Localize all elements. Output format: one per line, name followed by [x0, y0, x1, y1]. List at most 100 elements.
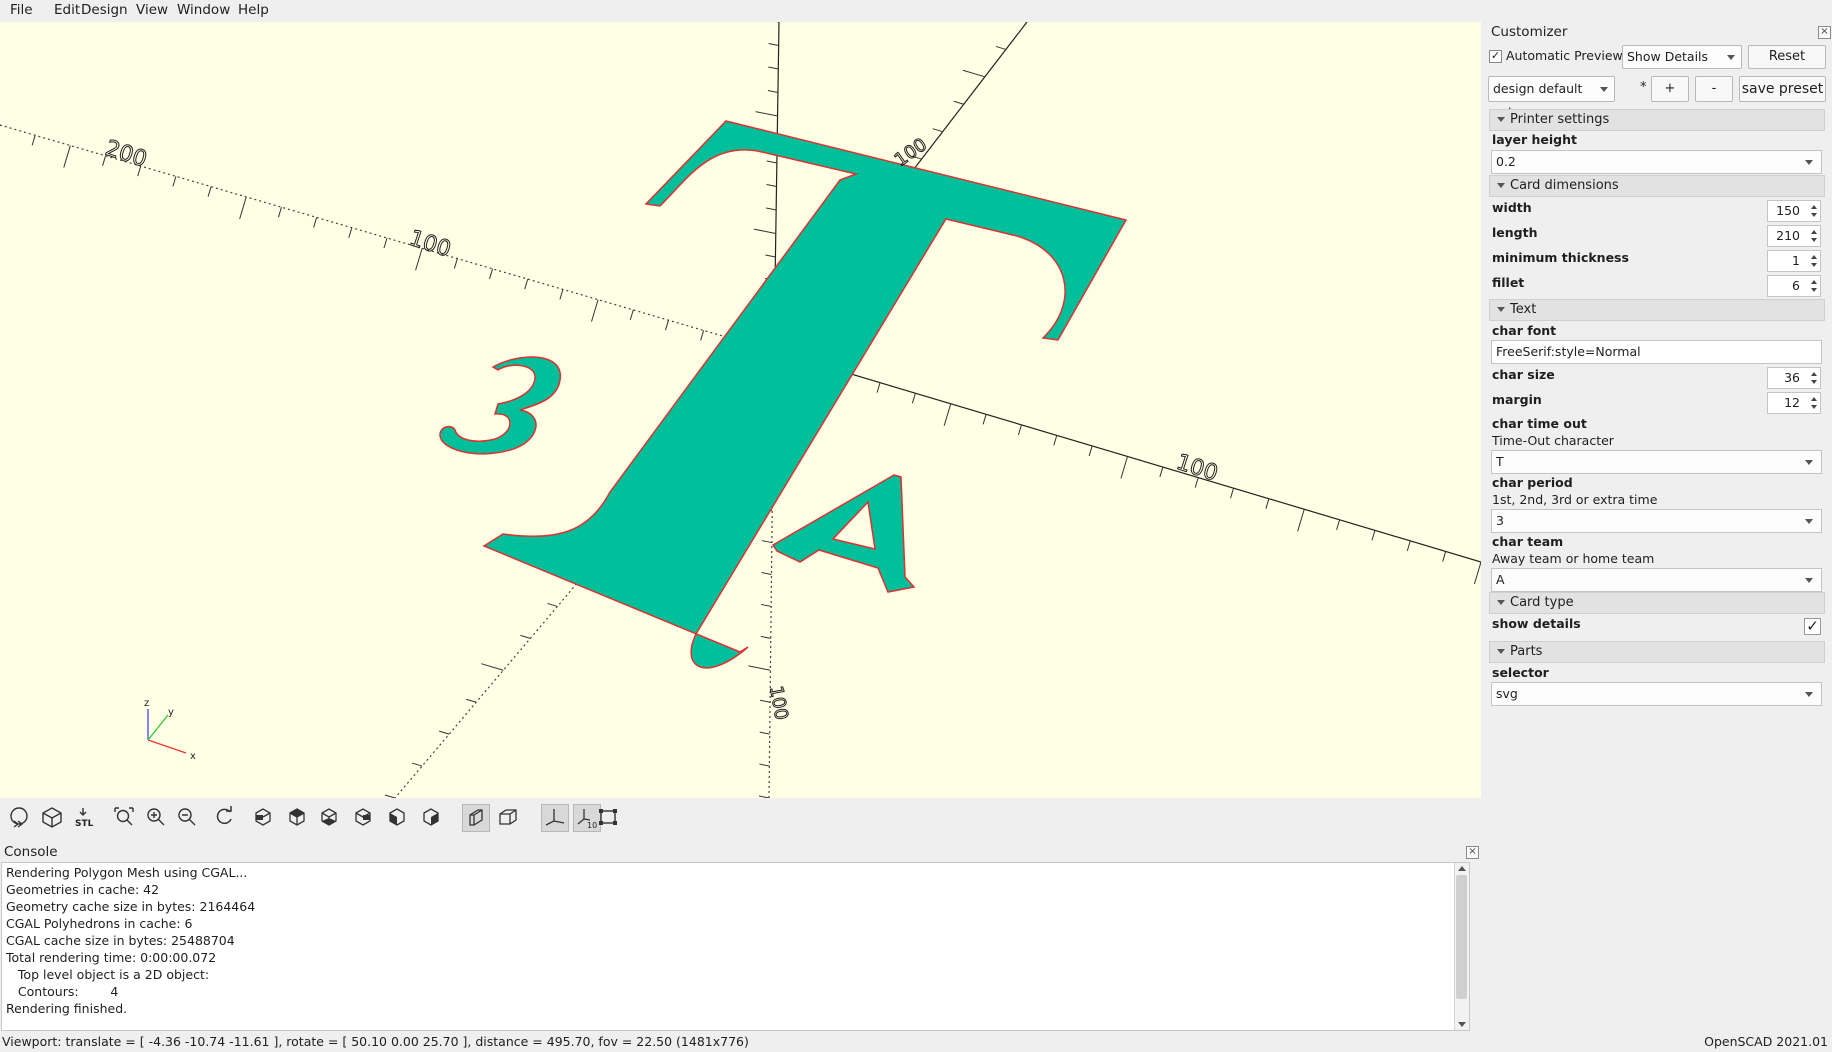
- 3d-viewport[interactable]: 200 100 100 100 100 z y x: [0, 22, 1481, 798]
- param-label: fillet: [1492, 275, 1525, 290]
- model-numeral-3[interactable]: [439, 356, 561, 455]
- scale-tick: [1336, 519, 1341, 530]
- decrement-icon[interactable]: [1811, 380, 1817, 384]
- scale-tick: [943, 403, 952, 426]
- scale-tick: [481, 663, 504, 671]
- viewport-canvas[interactable]: 200 100 100 100 100 z y x: [0, 22, 1481, 798]
- param-label: margin: [1492, 392, 1542, 407]
- remove-preset-button[interactable]: -: [1695, 76, 1733, 102]
- char-team-select[interactable]: A: [1491, 568, 1822, 592]
- param-label: show details: [1492, 616, 1581, 631]
- chevron-down-icon: [1805, 519, 1813, 524]
- fillet-spinbox[interactable]: 6: [1767, 275, 1821, 297]
- increment-icon[interactable]: [1811, 397, 1817, 401]
- automatic-preview-label: Automatic Preview: [1506, 48, 1623, 63]
- model-letter-a[interactable]: [771, 474, 916, 593]
- show-axes-icon[interactable]: [541, 804, 569, 832]
- view-right-icon[interactable]: [252, 806, 274, 828]
- console-scrollbar[interactable]: [1454, 863, 1469, 1030]
- perspective-icon[interactable]: [462, 804, 490, 832]
- reset-button[interactable]: Reset: [1748, 45, 1826, 69]
- show-details-combo[interactable]: Show Details: [1622, 45, 1742, 69]
- zoom-in-icon[interactable]: [145, 806, 167, 828]
- char-time-out-select[interactable]: T: [1491, 450, 1822, 474]
- preset-combo[interactable]: design default values: [1488, 76, 1615, 120]
- scale-tick: [489, 268, 494, 279]
- section-card-dimensions[interactable]: Card dimensions: [1489, 175, 1825, 197]
- render-icon[interactable]: [41, 806, 63, 828]
- scale-tick: [911, 393, 916, 404]
- version-label: OpenSCAD 2021.01: [1704, 1034, 1828, 1049]
- increment-icon[interactable]: [1811, 255, 1817, 259]
- console-close-icon[interactable]: ×: [1466, 846, 1479, 859]
- char-size-spinbox[interactable]: 36: [1767, 367, 1821, 389]
- margin-spinbox[interactable]: 12: [1767, 392, 1821, 414]
- console-output[interactable]: Rendering Polygon Mesh using CGAL... Geo…: [1, 862, 1470, 1031]
- show-edges-icon[interactable]: [597, 806, 619, 828]
- show-details-checkbox[interactable]: ✓: [1804, 618, 1821, 635]
- decrement-icon[interactable]: [1811, 263, 1817, 267]
- view-all-icon[interactable]: [113, 806, 135, 828]
- view-back-icon[interactable]: [420, 806, 442, 828]
- modified-indicator: *: [1640, 80, 1647, 95]
- scale-tick: [172, 176, 177, 187]
- scale-tick: [1406, 540, 1411, 552]
- scale-tick: [239, 196, 247, 220]
- increment-icon[interactable]: [1811, 230, 1817, 234]
- char-font-input[interactable]: FreeSerif:style=Normal: [1491, 340, 1822, 364]
- customizer-close-icon[interactable]: ×: [1818, 26, 1831, 39]
- increment-icon[interactable]: [1811, 372, 1817, 376]
- increment-icon[interactable]: [1811, 205, 1817, 209]
- scale-tick: [995, 45, 1007, 50]
- menu-design[interactable]: Design: [81, 2, 128, 18]
- scale-tick: [759, 763, 770, 767]
- view-left-icon[interactable]: [352, 806, 374, 828]
- scale-tick: [768, 66, 779, 70]
- decrement-icon[interactable]: [1811, 405, 1817, 409]
- decrement-icon[interactable]: [1811, 213, 1817, 217]
- menu-edit[interactable]: Edit: [54, 2, 80, 18]
- scroll-thumb[interactable]: [1456, 875, 1467, 999]
- decrement-icon[interactable]: [1811, 288, 1817, 292]
- section-text[interactable]: Text: [1489, 299, 1825, 321]
- selector-select[interactable]: svg: [1491, 682, 1822, 706]
- layer-height-select[interactable]: 0.2: [1491, 150, 1822, 174]
- model-letter-t[interactable]: [482, 120, 1128, 669]
- section-parts[interactable]: Parts: [1489, 641, 1825, 663]
- width-spinbox[interactable]: 150: [1767, 200, 1821, 222]
- scale-tick: [31, 135, 36, 146]
- menu-window[interactable]: Window: [177, 2, 230, 18]
- export-stl-icon[interactable]: STL: [74, 806, 96, 829]
- zoom-out-icon[interactable]: [176, 806, 198, 828]
- decrement-icon[interactable]: [1811, 238, 1817, 242]
- orthogonal-icon[interactable]: [497, 806, 519, 828]
- automatic-preview-checkbox[interactable]: ✓: [1489, 50, 1502, 63]
- scale-tick: [766, 160, 777, 164]
- customizer-title: Customizer: [1491, 24, 1568, 40]
- reset-view-icon[interactable]: [213, 806, 235, 828]
- menu-help[interactable]: Help: [238, 2, 269, 18]
- preview-icon[interactable]: [8, 806, 30, 828]
- chevron-down-icon: [1805, 692, 1813, 697]
- scroll-down-icon[interactable]: [1458, 1022, 1466, 1027]
- scale-markers-text: 10: [587, 821, 597, 829]
- menu-file[interactable]: File: [10, 2, 33, 18]
- length-spinbox[interactable]: 210: [1767, 225, 1821, 247]
- save-preset-button[interactable]: save preset: [1739, 76, 1826, 102]
- scale-tick: [313, 217, 318, 228]
- scale-tick: [982, 414, 987, 425]
- menu-view[interactable]: View: [136, 2, 168, 18]
- scale-tick: [932, 128, 943, 133]
- param-label: length: [1492, 225, 1538, 240]
- section-printer-settings[interactable]: Printer settings: [1489, 109, 1825, 131]
- view-front-icon[interactable]: [386, 806, 408, 828]
- section-card-type[interactable]: Card type: [1489, 592, 1825, 614]
- add-preset-button[interactable]: +: [1651, 76, 1689, 102]
- minimum-thickness-spinbox[interactable]: 1: [1767, 250, 1821, 272]
- scroll-up-icon[interactable]: [1458, 866, 1466, 871]
- view-top-icon[interactable]: [286, 806, 308, 828]
- char-period-select[interactable]: 3: [1491, 509, 1822, 533]
- view-bottom-icon[interactable]: [318, 806, 340, 828]
- param-label: char team: [1492, 534, 1564, 549]
- increment-icon[interactable]: [1811, 280, 1817, 284]
